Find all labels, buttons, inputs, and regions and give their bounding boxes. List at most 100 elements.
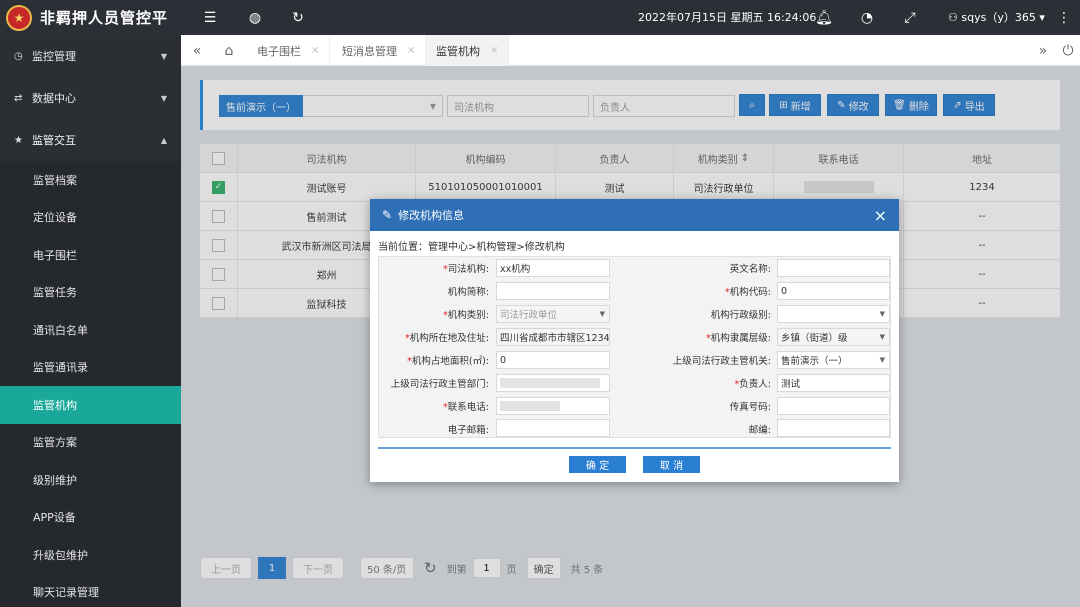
belong-level-label-text: 机构隶属层级:	[711, 333, 771, 344]
sidebar-group-data[interactable]: ⇄ 数据中心 ▼	[0, 77, 181, 119]
power-icon[interactable]: ⏻	[1056, 35, 1080, 66]
sidebar-item[interactable]: 监管方案	[0, 424, 181, 462]
national-emblem-icon: ★	[6, 5, 32, 31]
short-name-input[interactable]	[496, 282, 610, 300]
modal-divider	[378, 447, 891, 449]
org-input-value: xx机构	[500, 261, 530, 275]
close-icon[interactable]: ×	[874, 199, 887, 231]
person-value: 测试	[781, 376, 800, 390]
sidebar-item[interactable]: 级别维护	[0, 461, 181, 499]
parent-dept-label: 上级司法行政主管部门:	[379, 376, 489, 390]
menu-toggle-icon[interactable]: ☰	[198, 0, 222, 35]
email-label: 电子邮箱:	[379, 422, 489, 436]
parent-org-label: 上级司法行政主管机关:	[639, 353, 771, 367]
sidebar-item[interactable]: 定位设备	[0, 199, 181, 237]
org-form: *司法机构: xx机构 英文名称: 机构简称: *机构代码: 0 *机构类别: …	[378, 256, 891, 438]
org-type-value: 司法行政单位	[500, 307, 557, 321]
redacted-value	[500, 401, 560, 411]
sidebar-item[interactable]: 监管通讯录	[0, 349, 181, 387]
caret-down-icon: ▼	[161, 52, 167, 61]
address-input[interactable]: 四川省成都市市辖区1234	[496, 328, 610, 346]
sidebar-item[interactable]: 电子围栏	[0, 236, 181, 274]
sidebar-item[interactable]: 监管档案	[0, 161, 181, 199]
parent-dept-input[interactable]	[496, 374, 610, 392]
org-type-select[interactable]: 司法行政单位 ▼	[496, 305, 610, 323]
sidebar-item[interactable]: 监管任务	[0, 274, 181, 312]
eng-name-input[interactable]	[777, 259, 890, 277]
home-icon[interactable]: ⌂	[217, 35, 241, 66]
tab-label: 短消息管理	[342, 43, 397, 59]
modal-header: ✎ 修改机构信息 ×	[370, 199, 899, 231]
edit-org-modal: ✎ 修改机构信息 × 当前位置：管理中心>机构管理>修改机构 *司法机构: xx…	[370, 199, 899, 482]
zip-input[interactable]	[777, 419, 890, 437]
sidebar-group-interaction[interactable]: ★ 监管交互 ▲	[0, 119, 181, 161]
close-icon[interactable]: ×	[490, 45, 498, 56]
cancel-button[interactable]: 取 消	[643, 456, 700, 473]
tab-fence[interactable]: 电子围栏 ×	[247, 35, 330, 66]
org-input[interactable]: xx机构	[496, 259, 610, 277]
fullscreen-icon[interactable]: ⤢	[898, 0, 922, 35]
parent-org-select[interactable]: 售前演示（一） ▼	[777, 351, 890, 369]
org-code-input[interactable]: 0	[777, 282, 890, 300]
area-value: 0	[500, 355, 506, 366]
org-type-label-text: 机构类别:	[448, 310, 489, 321]
confirm-button[interactable]: 确 定	[569, 456, 626, 473]
phone-label-text: 联系电话:	[448, 402, 489, 413]
sidebar-item[interactable]: APP设备	[0, 499, 181, 537]
user-icon: ⚇	[948, 11, 961, 24]
modal-title: 修改机构信息	[398, 207, 464, 223]
sidebar-group-monitor[interactable]: ◷ 监控管理 ▼	[0, 35, 181, 77]
tab-org[interactable]: 监管机构×	[426, 35, 509, 66]
refresh-icon[interactable]: ↻	[286, 0, 310, 35]
address-label: *机构所在地及住址:	[379, 330, 489, 344]
phone-label: *联系电话:	[379, 399, 489, 413]
fax-label: 传真号码:	[639, 399, 771, 413]
belong-level-value: 乡镇（街道）级	[781, 330, 848, 344]
top-bar: ★ 非羁押人员管控平 ☰ ◍ ↻ 2022年07月15日 星期五 16:24:0…	[0, 0, 1080, 35]
admin-level-label: 机构行政级别:	[639, 307, 771, 321]
person-label: *负责人:	[639, 376, 771, 390]
belong-level-select[interactable]: 乡镇（街道）级▼	[777, 328, 890, 346]
tabs-scroll-right-icon[interactable]: »	[1031, 35, 1055, 66]
area-input[interactable]: 0	[496, 351, 610, 369]
sidebar-item[interactable]: 通讯白名单	[0, 311, 181, 349]
monitor-icon: ◷	[14, 51, 28, 62]
person-input[interactable]: 测试	[777, 374, 890, 392]
admin-level-select[interactable]: ▼	[777, 305, 890, 323]
star-icon: ★	[14, 135, 28, 146]
tab-label: 电子围栏	[257, 43, 301, 59]
tab-sms[interactable]: 短消息管理 ×	[332, 35, 426, 66]
close-icon[interactable]: ×	[311, 45, 319, 56]
sidebar: ◷ 监控管理 ▼ ⇄ 数据中心 ▼ ★ 监管交互 ▲ 监管档案 定位设备 电子围…	[0, 35, 181, 607]
fax-input[interactable]	[777, 397, 890, 415]
caret-down-icon: ▾	[1036, 11, 1045, 24]
globe-icon[interactable]: ◍	[243, 0, 267, 35]
address-value: 四川省成都市市辖区1234	[500, 330, 610, 344]
edit-icon: ✎	[382, 208, 392, 222]
sidebar-item[interactable]: 聊天记录管理	[0, 574, 181, 607]
more-vertical-icon[interactable]: ⋮	[1052, 0, 1076, 35]
tab-bar: « ⌂ 电子围栏 × 短消息管理 × 监管机构× » ⏻	[181, 35, 1080, 66]
close-icon[interactable]: ×	[407, 45, 415, 56]
email-input[interactable]	[496, 419, 610, 437]
sidebar-group-label: 监控管理	[32, 48, 76, 64]
bell-icon[interactable]: 🔔︎	[812, 0, 836, 35]
dashboard-icon[interactable]: ◔	[855, 0, 879, 35]
user-name: sqys（y）365	[961, 11, 1035, 24]
org-label-text: 司法机构:	[448, 264, 489, 275]
person-label-text: 负责人:	[739, 379, 771, 390]
sidebar-item[interactable]: 升级包维护	[0, 536, 181, 574]
org-code-label: *机构代码:	[639, 284, 771, 298]
parent-org-value: 售前演示（一）	[781, 353, 848, 367]
chevron-down-icon: ▼	[600, 310, 605, 318]
caret-up-icon: ▲	[161, 136, 167, 145]
sidebar-item-active[interactable]: 监管机构	[0, 386, 181, 424]
address-label-text: 机构所在地及住址:	[410, 333, 489, 344]
chevron-down-icon: ▼	[880, 356, 885, 364]
phone-input[interactable]	[496, 397, 610, 415]
redacted-value	[500, 378, 600, 388]
zip-label: 邮编:	[639, 422, 771, 436]
user-menu[interactable]: ⚇ sqys（y）365 ▾	[948, 0, 1045, 35]
tabs-scroll-left-icon[interactable]: «	[185, 35, 209, 66]
belong-level-label: *机构隶属层级:	[639, 330, 771, 344]
